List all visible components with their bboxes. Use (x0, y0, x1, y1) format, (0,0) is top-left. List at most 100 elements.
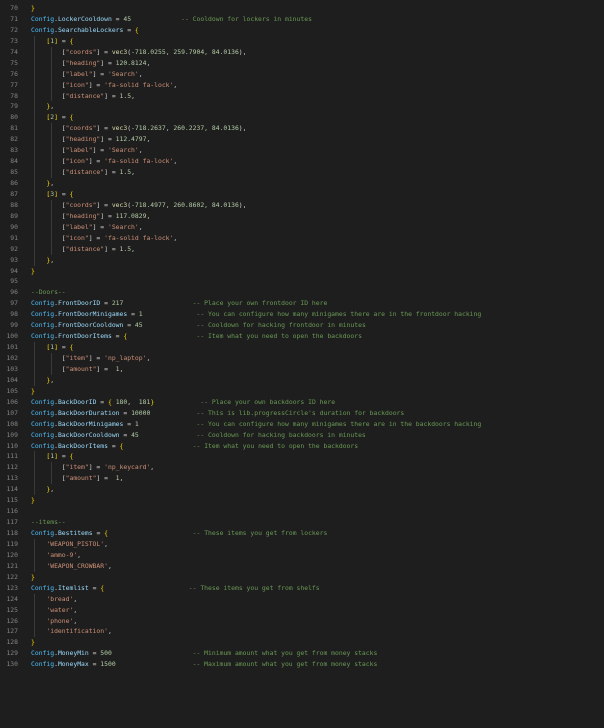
code-editor[interactable]: 70} 71 Config.LockerCooldown = 45 -- Coold… (0, 3, 604, 670)
code-token: [ (31, 474, 66, 483)
code-line[interactable]: 98 Config.FrontDoorMinigames = 1 -- You c… (0, 309, 604, 320)
code-token: Config (31, 660, 55, 669)
code-line[interactable]: 117 --items-- (0, 517, 604, 528)
code-line[interactable]: 96 --Doors-- (0, 287, 604, 298)
code-text: Config.MoneyMax = 1500 -- Maximum amount… (31, 659, 377, 670)
code-token: 'WEAPON_PISTOL' (46, 539, 105, 548)
code-token: = (127, 310, 139, 319)
code-text: 'water', (31, 605, 77, 616)
code-text: }, (31, 178, 54, 189)
code-line[interactable]: 74 ["coords"] = vec3(-718.0255, 259.7904… (0, 46, 604, 58)
code-line[interactable]: 115} (0, 495, 604, 506)
code-line[interactable]: 80 [2] = { (0, 112, 604, 124)
code-line[interactable]: 93 }, (0, 254, 604, 266)
code-line[interactable]: 111 [1] = { (0, 451, 604, 463)
code-line[interactable]: 122} (0, 572, 604, 583)
code-token: 45 (131, 430, 139, 439)
code-line[interactable]: 114 }, (0, 484, 604, 496)
code-line[interactable]: 102 ["item"] = 'np_laptop', (0, 353, 604, 364)
code-line[interactable]: 116 (0, 506, 604, 517)
code-line[interactable]: 124 'bread', (0, 593, 604, 605)
code-line[interactable]: 76 ["label"] = 'Search', (0, 68, 604, 80)
line-number: 120 (6, 550, 18, 559)
code-line[interactable]: 113 ["amount"] = 1, (0, 473, 604, 485)
code-line[interactable]: 91 ["icon"] = 'fa-solid fa-lock', (0, 232, 604, 244)
code-line[interactable]: 84 ["icon"] = 'fa-solid fa-lock', (0, 156, 604, 168)
code-line[interactable]: 127 'identification', (0, 626, 604, 638)
code-line[interactable]: 79 }, (0, 101, 604, 113)
code-token: Config (31, 441, 55, 450)
code-line[interactable]: 121 'WEAPON_CROWBAR', (0, 560, 604, 572)
code-text: Config.FrontDoorID = 217 -- Place your o… (31, 298, 327, 309)
code-line[interactable]: 108 Config.BackDoorMinigames = 1 -- You c… (0, 419, 604, 430)
code-line[interactable]: 82 ["heading"] = 112.4797, (0, 134, 604, 146)
code-line[interactable]: 120 'ammo-9', (0, 549, 604, 561)
line-number: 95 (10, 277, 18, 286)
code-token: ), (238, 47, 247, 56)
line-number: 127 (6, 627, 18, 636)
code-line[interactable]: 101 [1] = { (0, 342, 604, 353)
line-number: 98 (10, 310, 18, 319)
code-line[interactable]: 97 Config.FrontDoorID = 217 -- Place your… (0, 298, 604, 309)
code-line[interactable]: 126 'phone', (0, 615, 604, 627)
code-line[interactable]: 90 ["label"] = 'Search', (0, 221, 604, 233)
code-line[interactable]: 104 }, (0, 374, 604, 386)
code-line[interactable]: 92 ["distance"] = 1.5, (0, 243, 604, 255)
code-token: = (92, 529, 105, 537)
code-token: ), (238, 200, 247, 209)
code-line[interactable]: 72 Config.SearchableLockers = { (0, 25, 604, 36)
line-number: 129 (6, 649, 18, 658)
code-text: } (31, 386, 35, 397)
code-text: }, (31, 101, 54, 112)
code-line[interactable]: 110 Config.BackDoorItems = { -- Item what… (0, 441, 604, 452)
code-line[interactable]: 106 Config.BackDoorID = { 180, 181} -- Pl… (0, 397, 604, 408)
code-line[interactable]: 71 Config.LockerCooldown = 45 -- Cooldown… (0, 14, 604, 25)
code-line[interactable]: 123 Config.Itemlist = { -- These items yo… (0, 583, 604, 594)
line-number: 72 (10, 25, 18, 34)
code-line[interactable]: 89 ["heading"] = 117.0829, (0, 210, 604, 222)
code-line[interactable]: 73 [1] = { (0, 35, 604, 47)
code-line[interactable]: 128} (0, 637, 604, 648)
code-line[interactable]: 118 Config.Bestitems = { -- These items y… (0, 528, 604, 539)
code-line[interactable]: 103 ["amount"] = 1, (0, 363, 604, 375)
code-line[interactable]: 78 ["distance"] = 1.5, (0, 90, 604, 102)
code-line[interactable]: 86 }, (0, 178, 604, 189)
code-line[interactable]: 119 'WEAPON_PISTOL', (0, 538, 604, 550)
code-token: MoneyMin (57, 649, 89, 658)
code-token: Bestitems (57, 529, 93, 537)
code-line[interactable]: 83 ["label"] = 'Search', (0, 145, 604, 157)
line-number: 85 (10, 168, 18, 177)
code-line[interactable]: 125 'water', (0, 604, 604, 616)
code-text: Config.FrontDoorCooldown = 45 -- Cooldow… (31, 320, 366, 331)
code-line[interactable]: 88 ["coords"] = vec3(-718.4977, 260.8602… (0, 199, 604, 211)
code-token: "label" (65, 69, 93, 78)
code-line[interactable]: 87 [3] = { (0, 188, 604, 200)
code-token: = (123, 321, 135, 330)
code-token: FrontDoorCooldown (57, 321, 124, 330)
code-token: -- These items you get from lockers (192, 529, 328, 537)
code-line[interactable]: 109 Config.BackDoorCooldown = 45 -- Coold… (0, 430, 604, 441)
code-line[interactable]: 95 (0, 276, 604, 287)
code-line[interactable]: 99 Config.FrontDoorCooldown = 45 -- Coold… (0, 320, 604, 331)
code-line[interactable]: 77 ["icon"] = 'fa-solid fa-lock', (0, 79, 604, 91)
code-line[interactable]: 81 ["coords"] = vec3(-718.2637, 260.2237… (0, 123, 604, 135)
code-line[interactable]: 130 Config.MoneyMax = 1500 -- Maximum amo… (0, 659, 604, 670)
code-token: --items-- (31, 518, 66, 527)
code-line[interactable]: 70} (0, 3, 604, 14)
code-token: ] = (92, 222, 108, 231)
code-text: ["icon"] = 'fa-solid fa-lock', (31, 80, 177, 91)
code-line[interactable]: 75 ["heading"] = 120.8124, (0, 57, 604, 69)
code-line[interactable]: 129 Config.MoneyMin = 500 -- Minimum amou… (0, 648, 604, 659)
code-line[interactable]: 94} (0, 266, 604, 277)
code-line[interactable]: 112 ["item"] = 'np_keycard', (0, 462, 604, 474)
code-line[interactable]: 107 Config.BackDoorDuration = 10000 -- Th… (0, 408, 604, 419)
code-text: ["amount"] = 1, (31, 473, 124, 484)
code-token: ] = (88, 463, 105, 472)
code-token: -718.4977, 260.8602, 84.0136 (131, 200, 239, 209)
code-line[interactable]: 100 Config.FrontDoorItems = { -- Item wha… (0, 331, 604, 342)
code-line[interactable]: 105} (0, 386, 604, 397)
code-line[interactable]: 85 ["distance"] = 1.5, (0, 167, 604, 178)
